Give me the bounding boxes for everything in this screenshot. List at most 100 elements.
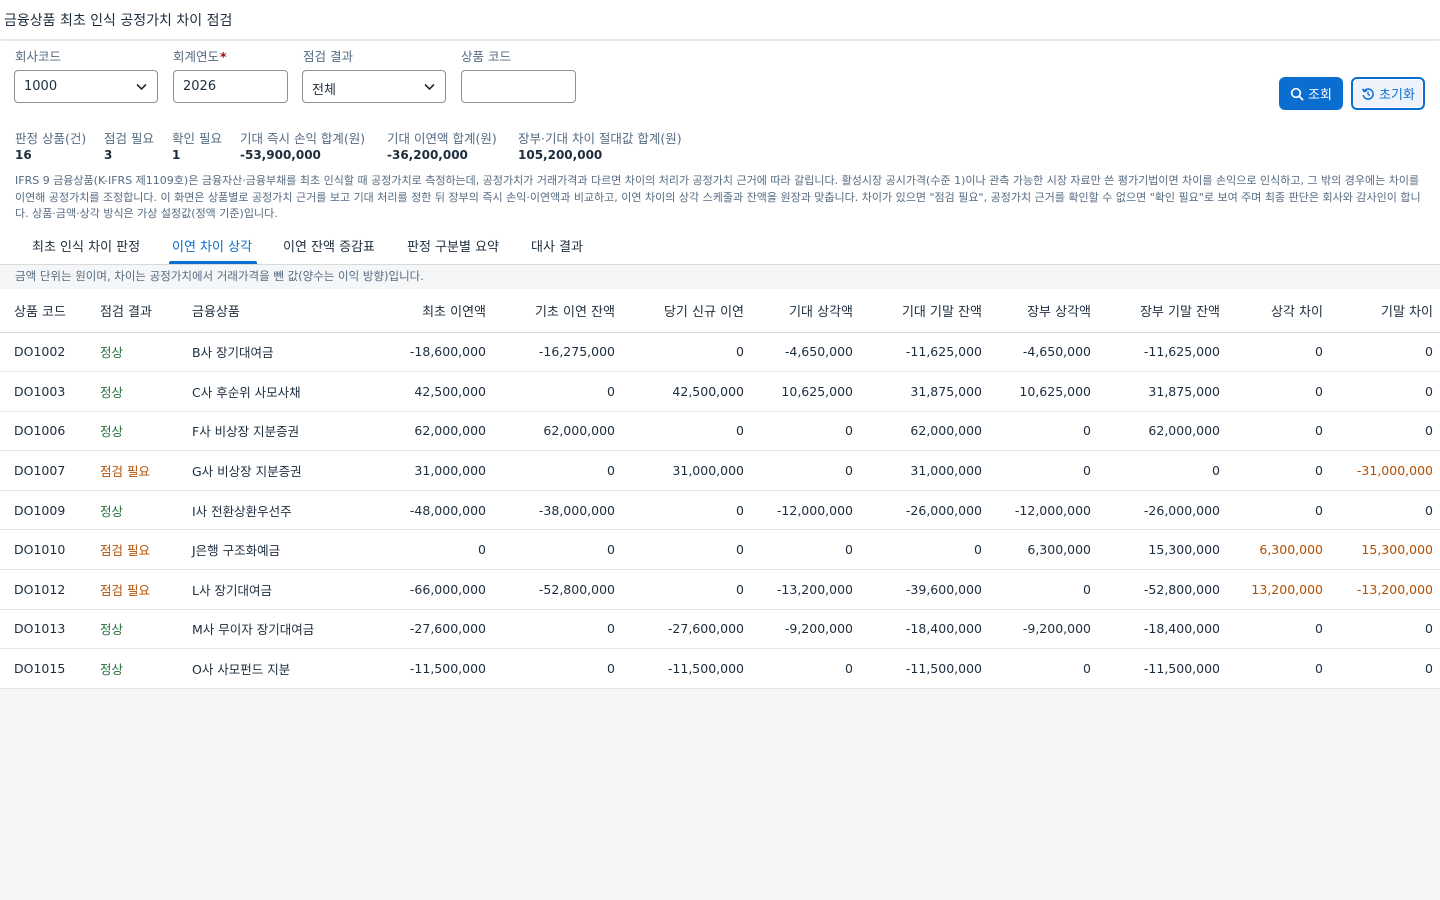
book-amortization-cell: 0 — [985, 648, 1094, 689]
column-header[interactable]: 기초 이연 잔액 — [489, 289, 618, 333]
product-name-cell: F사 비상장 지분증권 — [188, 411, 368, 452]
product-code-cell: DO1006 — [0, 411, 96, 452]
book-amortization-cell: 0 — [985, 450, 1094, 491]
reset-button[interactable]: 초기화 — [1351, 77, 1425, 110]
product-code-cell: DO1012 — [0, 569, 96, 610]
expected-ending-balance-cell: 31,000,000 — [856, 450, 985, 491]
product-name-cell: G사 비상장 지분증권 — [188, 450, 368, 491]
kpi-label: 점검 필요 — [104, 131, 154, 146]
result-label: 점검 결과 — [303, 49, 353, 64]
initial-deferral-cell: 42,500,000 — [368, 371, 489, 412]
product-code-cell: DO1002 — [0, 332, 96, 373]
column-header[interactable]: 점검 결과 — [96, 289, 188, 333]
year-input[interactable]: 2026 — [173, 70, 288, 103]
column-header[interactable]: 최초 이연액 — [368, 289, 489, 333]
column-header[interactable]: 상품 코드 — [0, 289, 96, 333]
initial-deferral-cell: 0 — [368, 529, 489, 571]
kpi-value: 3 — [104, 148, 113, 162]
column-header[interactable]: 기말 차이 — [1326, 289, 1440, 333]
tab-summary[interactable]: 판정 구분별 요약 — [407, 236, 499, 255]
result-select-value: 전체 — [312, 83, 336, 98]
search-button[interactable]: 조회 — [1279, 77, 1343, 110]
kpi-value: 1 — [172, 148, 181, 162]
table-row[interactable]: DO1002 정상 B사 장기대여금 -18,600,000 -16,275,000 0-… — [0, 332, 1440, 373]
opening-balance-cell: 0 — [489, 609, 618, 650]
amortization-diff-cell: 0 — [1223, 609, 1326, 650]
book-amortization-cell: 6,300,000 — [985, 529, 1094, 571]
product-name-cell: B사 장기대여금 — [188, 332, 368, 373]
initial-deferral-cell: -18,600,000 — [368, 332, 489, 373]
table-row[interactable]: DO1010 점검 필요 J은행 구조화예금 0 0 0 0 0 6,300,000 15,300… — [0, 529, 1440, 571]
book-ending-balance-cell: 0 — [1094, 450, 1223, 491]
column-header[interactable]: 장부 기말 잔액 — [1094, 289, 1223, 333]
book-ending-balance-cell: 62,000,000 — [1094, 411, 1223, 452]
book-amortization-cell: -12,000,000 — [985, 490, 1094, 531]
column-header[interactable]: 기대 기말 잔액 — [856, 289, 985, 333]
result-select[interactable]: 전체 — [302, 70, 446, 103]
table-row[interactable]: DO1012 점검 필요 L사 장기대여금 -66,000,000 -52,800,00… — [0, 569, 1440, 610]
table-row[interactable]: DO1003 정상 C사 후순위 사모사채 42,500,000 0 42,500,000… — [0, 371, 1440, 412]
ending-diff-cell: 0 — [1326, 332, 1440, 373]
new-deferral-cell: 0 — [618, 411, 747, 452]
table-row[interactable]: DO1015 정상 O사 사모펀드 지분 -11,500,000 0 -11,500,00… — [0, 648, 1440, 689]
table-row[interactable]: DO1007 점검 필요 G사 비상장 지분증권 31,000,000 0 31,000,… — [0, 450, 1440, 491]
table-row[interactable]: DO1009 정상 I사 전환상환우선주 -48,000,000 -38,000,000… — [0, 490, 1440, 531]
initial-deferral-cell: -48,000,000 — [368, 490, 489, 531]
required-marker: * — [220, 49, 227, 64]
title-bar: 금융상품 최초 인식 공정가치 차이 점검 — [0, 0, 1440, 40]
expected-amortization-cell: 0 — [747, 450, 856, 491]
new-deferral-cell: 0 — [618, 490, 747, 531]
column-header[interactable]: 장부 상각액 — [985, 289, 1094, 333]
tab-deferred-balance[interactable]: 이연 잔액 증감표 — [283, 236, 375, 255]
new-deferral-cell: -11,500,000 — [618, 648, 747, 689]
tab-deferred-amortization[interactable]: 이연 차이 상각 — [172, 236, 252, 255]
kpi-label: 장부·기대 차이 절대값 합계(원) — [518, 131, 682, 146]
tab-initial-recognition[interactable]: 최초 인식 차이 판정 — [32, 236, 140, 255]
kpi-value: -36,200,000 — [387, 148, 468, 162]
description-text: IFRS 9 금융상품(K-IFRS 제1109호)은 금융자산·금융부채를 최… — [15, 174, 1421, 220]
kpi-label: 판정 상품(건) — [15, 131, 87, 146]
new-deferral-cell: -27,600,000 — [618, 609, 747, 650]
expected-ending-balance-cell: 62,000,000 — [856, 411, 985, 452]
new-deferral-cell: 42,500,000 — [618, 371, 747, 412]
column-header[interactable]: 상각 차이 — [1223, 289, 1326, 333]
column-header[interactable]: 당기 신규 이연 — [618, 289, 747, 333]
table-row[interactable]: DO1013 정상 M사 무이자 장기대여금 -27,600,000 0 -27,600,… — [0, 609, 1440, 650]
product-code-cell: DO1010 — [0, 529, 96, 571]
amortization-diff-cell: 0 — [1223, 648, 1326, 689]
amortization-diff-cell: 0 — [1223, 332, 1326, 373]
new-deferral-cell: 0 — [618, 529, 747, 571]
expected-amortization-cell: 10,625,000 — [747, 371, 856, 412]
expected-ending-balance-cell: -39,600,000 — [856, 569, 985, 610]
search-icon — [1290, 87, 1304, 100]
amortization-diff-cell: 0 — [1223, 450, 1326, 491]
tab-reconciliation[interactable]: 대사 결과 — [531, 236, 583, 255]
result-cell: 정상 — [96, 609, 188, 650]
expected-amortization-cell: 0 — [747, 648, 856, 689]
kpi-label: 기대 이연액 합계(원) — [387, 131, 497, 146]
ending-diff-cell: 0 — [1326, 371, 1440, 412]
new-deferral-cell: 0 — [618, 332, 747, 373]
table-header-row: 상품 코드 점검 결과 금융상품 최초 이연액 기초 이연 잔액 당기 신규 이… — [0, 289, 1440, 333]
product-code-cell: DO1015 — [0, 648, 96, 689]
table-row[interactable]: DO1006 정상 F사 비상장 지분증권 62,000,000 62,000,000 0… — [0, 411, 1440, 452]
column-header[interactable]: 기대 상각액 — [747, 289, 856, 333]
product-name-cell: L사 장기대여금 — [188, 569, 368, 610]
result-cell: 점검 필요 — [96, 569, 188, 610]
product-name-cell: I사 전환상환우선주 — [188, 490, 368, 531]
column-header[interactable]: 금융상품 — [188, 289, 368, 333]
year-input-value: 2026 — [183, 79, 217, 94]
book-amortization-cell: 0 — [985, 411, 1094, 452]
ending-diff-cell: -13,200,000 — [1326, 569, 1440, 610]
search-button-label: 조회 — [1308, 88, 1332, 103]
expected-ending-balance-cell: -11,500,000 — [856, 648, 985, 689]
product-name-cell: C사 후순위 사모사채 — [188, 371, 368, 412]
book-amortization-cell: 10,625,000 — [985, 371, 1094, 412]
product-code-input[interactable] — [461, 70, 576, 103]
company-select[interactable]: 1000 — [14, 70, 158, 103]
product-code-cell: DO1013 — [0, 609, 96, 650]
new-deferral-cell: 31,000,000 — [618, 450, 747, 491]
kpi-value: 105,200,000 — [518, 148, 603, 162]
amortization-diff-cell: 0 — [1223, 411, 1326, 452]
initial-deferral-cell: 31,000,000 — [368, 450, 489, 491]
